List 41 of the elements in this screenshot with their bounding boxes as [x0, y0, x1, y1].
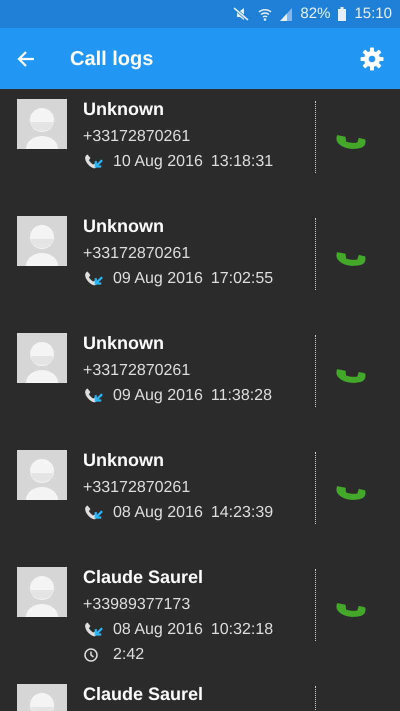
clock-time: 15:10	[354, 4, 392, 24]
phone-number: +33172870261	[83, 362, 192, 380]
settings-icon[interactable]	[360, 46, 384, 70]
call-duration: 2:42	[113, 646, 144, 664]
call-time: 14:23:39	[210, 504, 274, 522]
avatar-icon	[17, 333, 67, 383]
call-date: 10 Aug 2016	[113, 153, 203, 171]
incoming-call-icon	[83, 387, 105, 405]
contact-name: Unknown	[83, 450, 165, 470]
contact-name: Claude Saurel	[83, 684, 204, 704]
phone-number: +33989377173	[83, 596, 192, 614]
avatar-icon	[17, 450, 67, 500]
avatar-icon	[17, 216, 67, 266]
call-time: 10:32:18	[210, 621, 274, 639]
contact-name: Unknown	[83, 216, 165, 236]
call-date: 09 Aug 2016	[113, 270, 203, 288]
call-time: 11:38:28	[210, 387, 272, 405]
wifi-icon	[258, 7, 272, 21]
battery-icon	[338, 7, 346, 21]
call-date: 09 Aug 2016	[113, 387, 203, 405]
call-time: 17:02:55	[210, 270, 274, 288]
incoming-call-icon	[83, 621, 105, 639]
phone-number: +33172870261	[83, 128, 192, 146]
avatar-icon	[17, 567, 67, 617]
contact-name: Unknown	[83, 333, 165, 353]
battery-level: 82%	[300, 4, 330, 24]
mute-icon	[232, 7, 250, 21]
contact-name: Unknown	[83, 99, 165, 119]
screen-title: Call logs	[70, 46, 154, 72]
avatar-icon	[17, 99, 67, 149]
incoming-call-icon	[83, 504, 105, 522]
signal-icon	[280, 8, 292, 20]
contact-name: Claude Saurel	[83, 567, 204, 587]
incoming-call-icon	[83, 270, 105, 288]
phone-number: +33172870261	[83, 245, 192, 263]
call-time: 13:18:31	[210, 153, 274, 171]
call-date: 08 Aug 2016	[113, 621, 203, 639]
incoming-call-icon	[83, 153, 105, 171]
call-date: 08 Aug 2016	[113, 504, 203, 522]
back-icon[interactable]	[16, 48, 36, 68]
phone-number: +33172870261	[83, 479, 192, 497]
